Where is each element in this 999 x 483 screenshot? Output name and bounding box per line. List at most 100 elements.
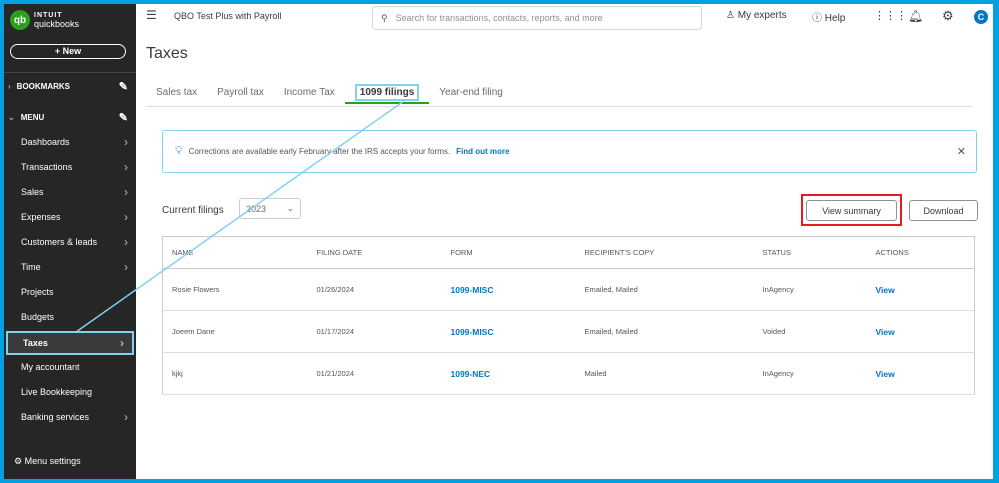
bell-icon[interactable]: 🔔︎	[908, 9, 923, 23]
chevron-right-icon: ›	[120, 336, 124, 350]
edit-pencil-icon[interactable]: ✎	[119, 111, 128, 124]
year-select[interactable]: 2023 ⌄	[239, 198, 301, 219]
sidebar-item-live-bookkeeping[interactable]: Live Bookkeeping	[4, 380, 136, 404]
filing-date: 01/21/2024	[307, 352, 442, 395]
selected-year: 2023	[246, 203, 267, 214]
download-button[interactable]: Download	[909, 200, 978, 221]
col-recipients-copy: RECIPIENT'S COPY	[575, 236, 754, 269]
label: Customers & leads	[21, 237, 98, 247]
chevron-right-icon: ›	[124, 210, 128, 224]
find-out-more-link[interactable]: Find out more	[456, 147, 509, 156]
label: Expenses	[21, 212, 61, 222]
sidebar-item-time[interactable]: Time ›	[4, 255, 136, 279]
lightbulb-icon: 💡︎	[175, 145, 183, 157]
view-link[interactable]: View	[866, 352, 975, 395]
sidebar-item-projects[interactable]: Projects	[4, 280, 136, 304]
sidebar: qb INTUIT quickbooks + New › BOOKMARKS ✎ ⌄ ME…	[4, 4, 136, 479]
sidebar-item-sales[interactable]: Sales ›	[4, 180, 136, 204]
label: Time	[21, 262, 41, 272]
filing-date: 01/17/2024	[307, 310, 442, 353]
view-link[interactable]: View	[866, 268, 975, 311]
col-filing-date: FILING DATE	[307, 236, 442, 269]
qb-logo-icon: qb	[10, 10, 30, 30]
collapse-menu-icon[interactable]: ☰	[146, 8, 157, 22]
tab-sales-tax[interactable]: Sales tax	[146, 82, 207, 104]
recipients-copy: Mailed	[575, 352, 754, 395]
status: Voided	[753, 310, 867, 353]
sidebar-item-dashboards[interactable]: Dashboards ›	[4, 130, 136, 154]
menu-settings-button[interactable]: ⚙ Menu settings	[14, 456, 81, 467]
apps-grid-icon[interactable]: ⋮⋮⋮	[874, 9, 907, 22]
new-button[interactable]: + New	[10, 44, 126, 59]
form-link[interactable]: 1099-MISC	[441, 310, 576, 353]
label: Banking services	[21, 412, 90, 422]
close-icon[interactable]: ✕	[957, 145, 966, 158]
search-input[interactable]: ⚲ Search for transactions, contacts, repo…	[372, 6, 702, 30]
chevron-down-icon: ⌄	[286, 203, 294, 213]
sidebar-item-transactions[interactable]: Transactions ›	[4, 155, 136, 179]
label: Projects	[21, 287, 54, 297]
tab-year-end-filing[interactable]: Year-end filing	[429, 82, 513, 104]
table-row: kjkj 01/21/2024 1099-NEC Mailed InAgency View	[162, 352, 975, 395]
col-name: NAME	[162, 236, 308, 269]
bookmarks-section[interactable]: › BOOKMARKS ✎	[4, 76, 136, 96]
divider	[4, 72, 136, 73]
sidebar-item-budgets[interactable]: Budgets	[4, 305, 136, 329]
label: Menu settings	[24, 456, 81, 466]
tabs: Sales tax Payroll tax Income Tax 1099 fi…	[146, 82, 513, 104]
chevron-right-icon: ›	[124, 235, 128, 249]
label: Dashboards	[21, 137, 70, 147]
view-link[interactable]: View	[866, 310, 975, 353]
table-row: Joeem Dane 01/17/2024 1099-MISC Emailed, Ma…	[162, 310, 975, 353]
label: Help	[824, 13, 846, 24]
form-link[interactable]: 1099-NEC	[441, 352, 576, 395]
divider	[146, 106, 973, 107]
status: InAgency	[753, 268, 867, 311]
name: Rosie Flowers	[162, 268, 308, 311]
label: 1099 filings	[354, 84, 420, 101]
page-title: Taxes	[146, 45, 188, 62]
gear-icon[interactable]: ⚙	[942, 8, 954, 24]
sidebar-item-taxes[interactable]: Taxes ›	[6, 331, 134, 355]
form-link[interactable]: 1099-MISC	[441, 268, 576, 311]
bookmarks-label: BOOKMARKS	[16, 81, 71, 91]
label: Live Bookkeeping	[21, 387, 93, 397]
my-experts-button[interactable]: ♙ My experts	[726, 10, 787, 21]
sidebar-item-banking-services[interactable]: Banking services ›	[4, 405, 136, 429]
label: My experts	[737, 10, 787, 21]
sidebar-item-my-accountant[interactable]: My accountant	[4, 355, 136, 379]
person-icon: ♙	[726, 10, 735, 21]
sidebar-item-expenses[interactable]: Expenses ›	[4, 205, 136, 229]
filing-date: 01/26/2024	[307, 268, 442, 311]
quickbooks-logo[interactable]: qb INTUIT quickbooks	[10, 10, 79, 30]
menu-section[interactable]: ⌄ MENU ✎	[4, 107, 136, 127]
banner-text: Corrections are available early February…	[188, 147, 451, 156]
col-actions: ACTIONS	[866, 236, 975, 269]
chevron-right-icon: ›	[124, 135, 128, 149]
tab-income-tax[interactable]: Income Tax	[274, 82, 345, 104]
name: Joeem Dane	[162, 310, 308, 353]
tab-1099-filings[interactable]: 1099 filings	[344, 82, 430, 104]
brand-name: quickbooks	[34, 19, 80, 29]
view-summary-button[interactable]: View summary	[806, 200, 897, 221]
chevron-right-icon: ›	[124, 160, 128, 174]
recipients-copy: Emailed, Mailed	[575, 310, 754, 353]
label: My accountant	[21, 362, 80, 372]
name: kjkj	[162, 352, 308, 395]
gear-icon: ⚙	[14, 456, 23, 466]
col-form: FORM	[441, 236, 576, 269]
chevron-right-icon: ›	[124, 410, 128, 424]
edit-pencil-icon[interactable]: ✎	[119, 80, 128, 93]
chevron-right-icon: ›	[124, 260, 128, 274]
table-row: Rosie Flowers 01/26/2024 1099-MISC Emailed,…	[162, 268, 975, 311]
sidebar-item-customers[interactable]: Customers & leads ›	[4, 230, 136, 254]
menu-label: MENU	[20, 112, 45, 122]
search-icon: ⚲	[381, 12, 388, 23]
avatar[interactable]: C	[974, 10, 988, 24]
status: InAgency	[753, 352, 867, 395]
help-button[interactable]: ⓘ Help	[812, 9, 845, 24]
label: Taxes	[23, 338, 48, 348]
filings-table: NAME FILING DATE FORM RECIPIENT'S COPY S…	[162, 236, 975, 395]
label: Sales	[21, 187, 44, 197]
tab-payroll-tax[interactable]: Payroll tax	[207, 82, 274, 104]
